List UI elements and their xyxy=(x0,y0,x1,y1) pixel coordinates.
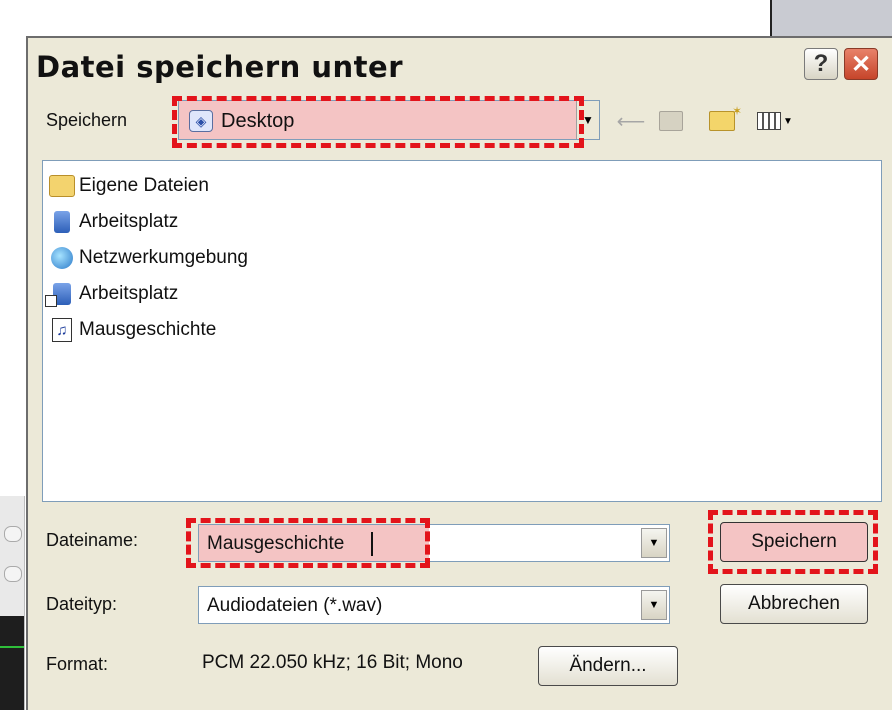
list-item[interactable]: Arbeitsplatz xyxy=(45,279,179,309)
filename-label: Dateiname: xyxy=(46,530,139,550)
background-waveform xyxy=(0,616,24,710)
background-window-fragment xyxy=(770,0,892,40)
dialog-title: Datei speichern unter xyxy=(36,50,404,84)
back-arrow-icon[interactable]: ⟵ xyxy=(616,108,646,134)
file-name: Arbeitsplatz xyxy=(79,211,179,232)
computer-shortcut-icon xyxy=(45,281,77,307)
my-computer-icon xyxy=(47,209,77,235)
cancel-button[interactable]: Abbrechen xyxy=(720,584,868,624)
help-button[interactable]: ? xyxy=(804,48,838,80)
desktop-icon: ◈ xyxy=(189,110,213,132)
save-in-label: Speichern xyxy=(46,110,128,130)
chevron-down-icon[interactable]: ▼ xyxy=(576,101,599,139)
view-menu-icon[interactable]: ▼ xyxy=(754,108,796,134)
background-control xyxy=(4,566,22,582)
list-item[interactable]: Netzwerkumgebung xyxy=(47,243,248,273)
list-item[interactable]: Eigene Dateien xyxy=(47,171,209,201)
file-name: Netzwerkumgebung xyxy=(79,247,248,268)
filetype-value: Audiodateien (*.wav) xyxy=(207,595,383,616)
save-in-value: Desktop xyxy=(221,110,295,132)
list-item[interactable]: Arbeitsplatz xyxy=(47,207,178,237)
chevron-down-icon[interactable]: ▼ xyxy=(641,528,667,558)
filename-input[interactable]: Mausgeschichte ▼ xyxy=(198,524,670,562)
filename-value: Mausgeschichte xyxy=(207,533,345,554)
background-control xyxy=(4,526,22,542)
format-value: PCM 22.050 kHz; 16 Bit; Mono xyxy=(202,652,463,673)
file-name: Arbeitsplatz xyxy=(79,283,179,304)
my-documents-icon xyxy=(47,173,77,199)
format-label: Format: xyxy=(46,654,109,674)
background-waveform-line xyxy=(0,646,24,648)
background-window-strip xyxy=(0,496,25,710)
save-button[interactable]: Speichern xyxy=(720,522,868,562)
filetype-select[interactable]: Audiodateien (*.wav) ▼ xyxy=(198,586,670,624)
up-folder-icon[interactable] xyxy=(656,108,686,134)
list-item[interactable]: ♫ Mausgeschichte xyxy=(47,315,216,345)
network-places-icon xyxy=(47,245,77,271)
close-button[interactable]: ✕ xyxy=(844,48,878,80)
change-format-button[interactable]: Ändern... xyxy=(538,646,678,686)
file-name: Mausgeschichte xyxy=(79,319,217,340)
chevron-down-icon[interactable]: ▼ xyxy=(641,590,667,620)
text-cursor xyxy=(371,532,373,556)
file-name: Eigene Dateien xyxy=(79,175,209,196)
save-in-combobox[interactable]: ◈ Desktop ▼ xyxy=(178,100,600,140)
file-list[interactable]: Eigene Dateien Arbeitsplatz Netzwerkumge… xyxy=(42,160,882,502)
new-folder-icon[interactable]: ✶ xyxy=(704,104,742,134)
save-as-dialog: Datei speichern unter ? ✕ Speichern ◈ De… xyxy=(26,36,892,710)
audio-file-icon: ♫ xyxy=(47,317,77,343)
filetype-label: Dateityp: xyxy=(46,594,118,614)
